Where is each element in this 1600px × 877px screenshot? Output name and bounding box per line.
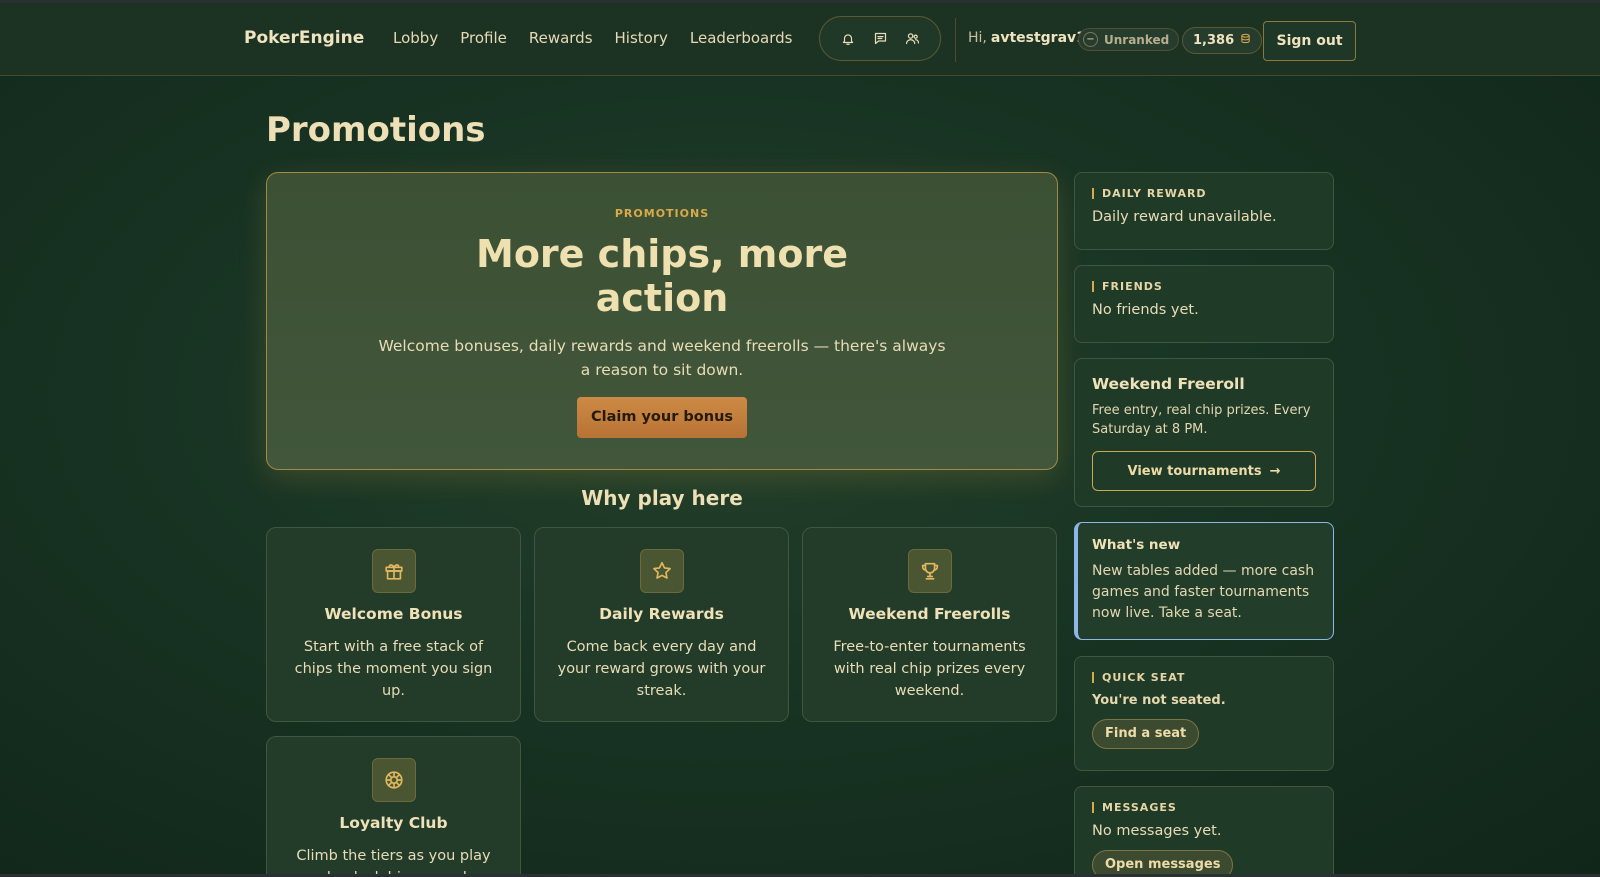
arrow-right-icon: → (1269, 463, 1281, 479)
greeting-prefix: Hi, (968, 30, 987, 46)
friends-text: No friends yet. (1092, 302, 1199, 318)
messages-text: No messages yet. (1092, 823, 1222, 839)
chip-count: 1,386 (1193, 33, 1235, 48)
daily-reward-panel: DAILY REWARD Daily reward unavailable. (1074, 172, 1334, 250)
header-icon-group (819, 16, 941, 61)
sign-out-button[interactable]: Sign out (1263, 21, 1356, 61)
star-icon (639, 549, 684, 593)
rank-icon: − (1083, 32, 1098, 47)
promo-hero: PROMOTIONS More chips, more action Welco… (266, 172, 1058, 470)
feature-text: Come back every day and your reward grow… (557, 639, 766, 699)
feature-card-welcome-bonus: Welcome Bonus Start with a free stack of… (266, 527, 521, 722)
daily-reward-label: DAILY REWARD (1092, 188, 1316, 199)
nav-rewards[interactable]: Rewards (529, 29, 593, 47)
hero-headline: More chips, more action (476, 232, 848, 320)
header-divider (955, 18, 956, 62)
coins-icon (1240, 33, 1251, 48)
open-messages-button[interactable]: Open messages (1092, 850, 1234, 877)
feature-title: Weekend Freerolls (848, 605, 1011, 623)
feature-text: Climb the tiers as you play and unlock b… (296, 848, 491, 877)
hero-eyebrow: PROMOTIONS (614, 207, 710, 220)
view-tournaments-button[interactable]: View tournaments → (1092, 451, 1316, 491)
view-tournaments-label: View tournaments (1127, 463, 1262, 479)
nav-profile[interactable]: Profile (460, 29, 507, 47)
whats-new-panel: What's new New tables added — more cash … (1074, 522, 1334, 640)
chat-icon[interactable] (871, 30, 889, 48)
friends-label: FRIENDS (1092, 281, 1316, 292)
whats-new-title: What's new (1092, 537, 1181, 553)
feature-text: Start with a free stack of chips the mom… (294, 639, 493, 699)
rank-badge[interactable]: − Unranked (1078, 28, 1180, 51)
bell-icon[interactable] (839, 30, 857, 48)
feature-title: Daily Rewards (599, 605, 724, 623)
rank-label: Unranked (1104, 32, 1170, 47)
nav-lobby[interactable]: Lobby (393, 29, 438, 47)
top-navbar: PokerEngine Lobby Profile Rewards Histor… (0, 3, 1600, 76)
hero-description: Welcome bonuses, daily rewards and weeke… (378, 337, 946, 379)
feature-card-weekend-freerolls: Weekend Freerolls Free-to-enter tourname… (802, 527, 1057, 722)
quick-seat-label: QUICK SEAT (1092, 672, 1316, 683)
quick-seat-status: You're not seated. (1092, 693, 1226, 708)
claim-bonus-button[interactable]: Claim your bonus (577, 397, 747, 438)
gift-icon (371, 549, 416, 593)
feature-card-loyalty-club: Loyalty Club Climb the tiers as you play… (266, 736, 521, 877)
freeroll-text: Free entry, real chip prizes. Every Satu… (1092, 403, 1311, 437)
user-greeting: Hi, avtestgrav1 (968, 30, 1086, 46)
page-title: Promotions (266, 110, 486, 150)
friends-panel: FRIENDS No friends yet. (1074, 265, 1334, 343)
feature-title: Welcome Bonus (324, 605, 463, 623)
chip-balance[interactable]: 1,386 (1182, 27, 1263, 54)
weekend-freeroll-panel: Weekend Freeroll Free entry, real chip p… (1074, 358, 1334, 507)
feature-text: Free-to-enter tournaments with real chip… (833, 639, 1026, 699)
quick-seat-panel: QUICK SEAT You're not seated. Find a sea… (1074, 656, 1334, 771)
daily-reward-text: Daily reward unavailable. (1092, 209, 1277, 225)
main-nav: Lobby Profile Rewards History Leaderboar… (393, 29, 792, 47)
messages-label: MESSAGES (1092, 802, 1316, 813)
brand-logo[interactable]: PokerEngine (244, 28, 364, 48)
why-play-heading: Why play here (581, 486, 743, 510)
feature-title: Loyalty Club (339, 814, 448, 832)
username[interactable]: avtestgrav1 (991, 30, 1086, 46)
whats-new-text: New tables added — more cash games and f… (1092, 563, 1315, 621)
chip-icon (371, 758, 416, 802)
trophy-icon (907, 549, 952, 593)
nav-history[interactable]: History (615, 29, 668, 47)
nav-leaderboards[interactable]: Leaderboards (690, 29, 793, 47)
friends-icon[interactable] (903, 30, 921, 48)
freeroll-title: Weekend Freeroll (1092, 375, 1245, 393)
feature-card-daily-rewards: Daily Rewards Come back every day and yo… (534, 527, 789, 722)
find-seat-button[interactable]: Find a seat (1092, 719, 1200, 749)
messages-panel: MESSAGES No messages yet. Open messages (1074, 786, 1334, 877)
